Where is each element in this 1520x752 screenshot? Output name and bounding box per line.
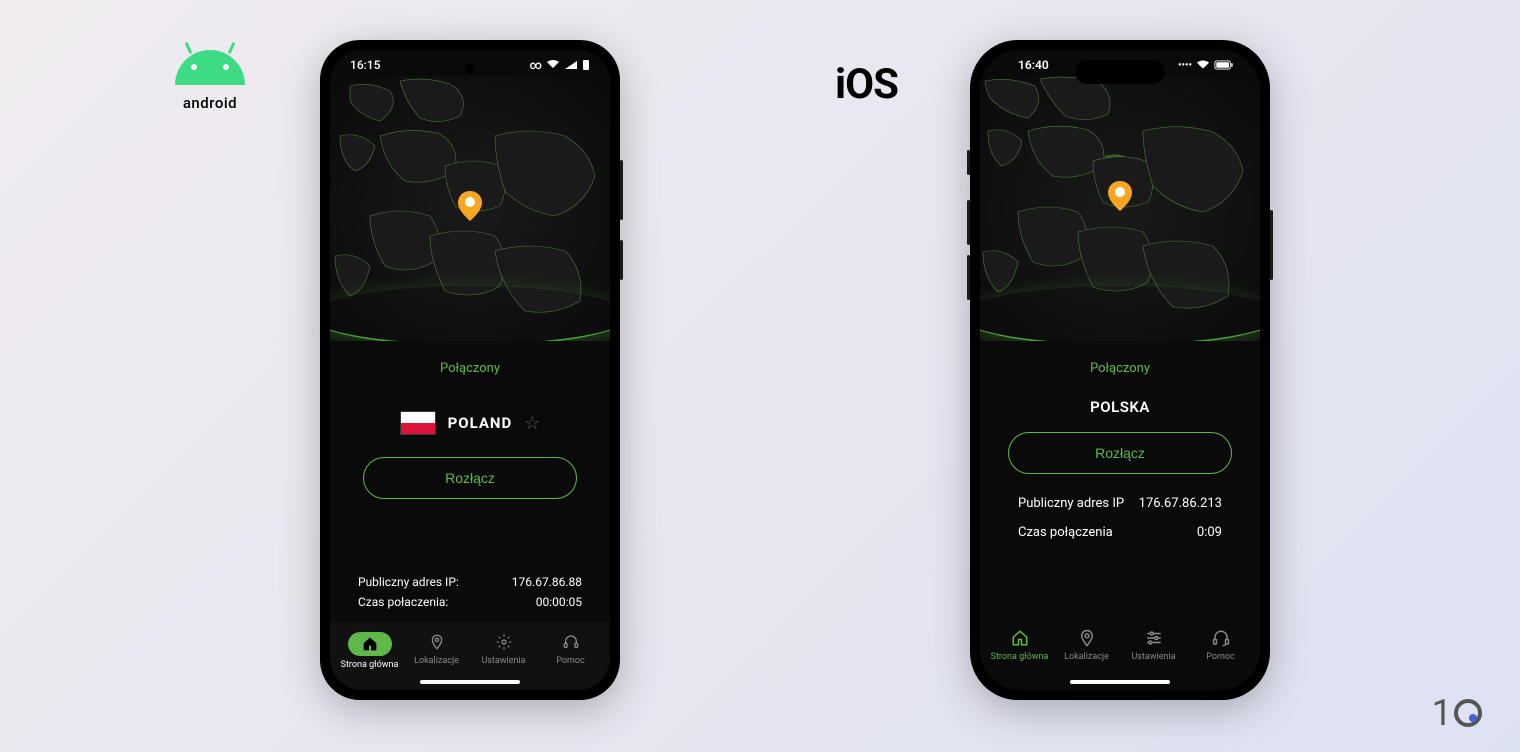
- gear-icon: [494, 632, 514, 652]
- ios-device: 16:40 ••••: [970, 40, 1270, 700]
- home-indicator[interactable]: [420, 680, 520, 684]
- nav-home[interactable]: Strona główna: [336, 632, 403, 670]
- duration-value: 0:09: [1197, 525, 1222, 540]
- location-pin-icon: [1108, 181, 1132, 211]
- country-selector[interactable]: POLSKA: [998, 398, 1242, 416]
- duration-label: Czas połaczenia:: [358, 595, 448, 609]
- location-icon: [427, 632, 447, 652]
- brand-logo: 1: [1432, 692, 1482, 734]
- ip-value: 176.67.86.88: [512, 575, 582, 589]
- nav-help[interactable]: Pomoc: [537, 632, 604, 670]
- poland-flag-icon: [400, 411, 436, 435]
- android-logo: android: [175, 50, 245, 112]
- status-time: 16:40: [1018, 58, 1049, 72]
- sliders-icon: [1144, 628, 1164, 648]
- location-icon: [1077, 628, 1097, 648]
- duration-value: 00:00:05: [536, 595, 582, 609]
- nav-settings[interactable]: Ustawienia: [470, 632, 537, 670]
- connection-status: Połączony: [348, 361, 592, 376]
- favorite-star-icon[interactable]: ☆: [524, 413, 540, 434]
- nav-settings[interactable]: Ustawienia: [1120, 628, 1187, 662]
- nav-locations[interactable]: Lokalizacje: [1053, 628, 1120, 662]
- ip-label: Publiczny adres IP:: [358, 575, 459, 589]
- map-area[interactable]: [980, 76, 1260, 341]
- country-name: POLSKA: [1090, 398, 1150, 416]
- country-name: POLAND: [448, 414, 513, 432]
- map-area[interactable]: [330, 76, 610, 341]
- status-icons: ∞: [530, 58, 590, 72]
- home-icon: [1010, 628, 1030, 648]
- android-label: android: [175, 94, 245, 112]
- connection-status: Połączony: [998, 361, 1242, 376]
- disconnect-button[interactable]: Rozłącz: [363, 457, 578, 499]
- duration-label: Czas połączenia: [1018, 525, 1113, 540]
- ios-logo: iOS: [835, 60, 898, 109]
- home-indicator[interactable]: [1070, 680, 1170, 684]
- ip-label: Publiczny adres IP: [1018, 496, 1124, 511]
- home-icon: [348, 632, 392, 656]
- disconnect-button[interactable]: Rozłącz: [1008, 432, 1232, 474]
- nav-home[interactable]: Strona główna: [986, 628, 1053, 662]
- status-time: 16:15: [350, 58, 380, 72]
- location-pin-icon: [458, 191, 482, 221]
- headset-icon: [1211, 628, 1231, 648]
- headset-icon: [561, 632, 581, 652]
- nav-locations[interactable]: Lokalizacje: [403, 632, 470, 670]
- country-selector[interactable]: POLAND ☆: [348, 411, 592, 435]
- ip-value: 176.67.86.213: [1139, 496, 1222, 511]
- nav-help[interactable]: Pomoc: [1187, 628, 1254, 662]
- android-device: 16:15 ∞: [320, 40, 620, 700]
- status-icons: ••••: [1178, 60, 1234, 71]
